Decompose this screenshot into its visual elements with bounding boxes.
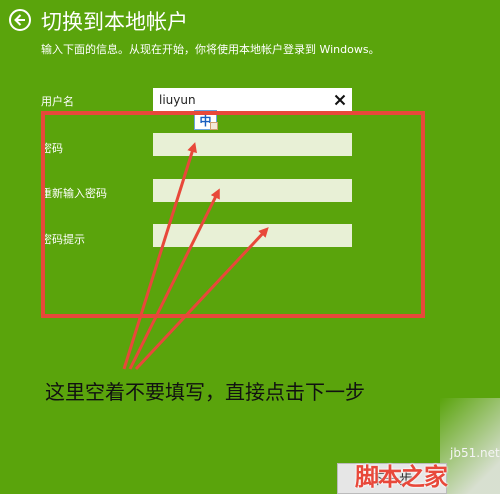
- page-title: 切换到本地帐户: [41, 10, 188, 34]
- clear-username-button[interactable]: [330, 90, 350, 109]
- annotation-text: 这里空着不要填写，直接点击下一步: [45, 380, 365, 404]
- close-icon: [334, 94, 346, 105]
- annotation-highlight-box: [41, 111, 425, 318]
- page-subtitle: 输入下面的信息。从现在开始，你将使用本地帐户登录到 Windows。: [41, 43, 380, 56]
- arrow-left-icon: [14, 14, 25, 26]
- watermark-site: jb51.net: [450, 446, 500, 460]
- username-input[interactable]: [153, 88, 352, 111]
- back-button[interactable]: [9, 9, 31, 31]
- watermark-brand: 脚本之家: [355, 463, 448, 491]
- username-label: 用户名: [41, 95, 74, 108]
